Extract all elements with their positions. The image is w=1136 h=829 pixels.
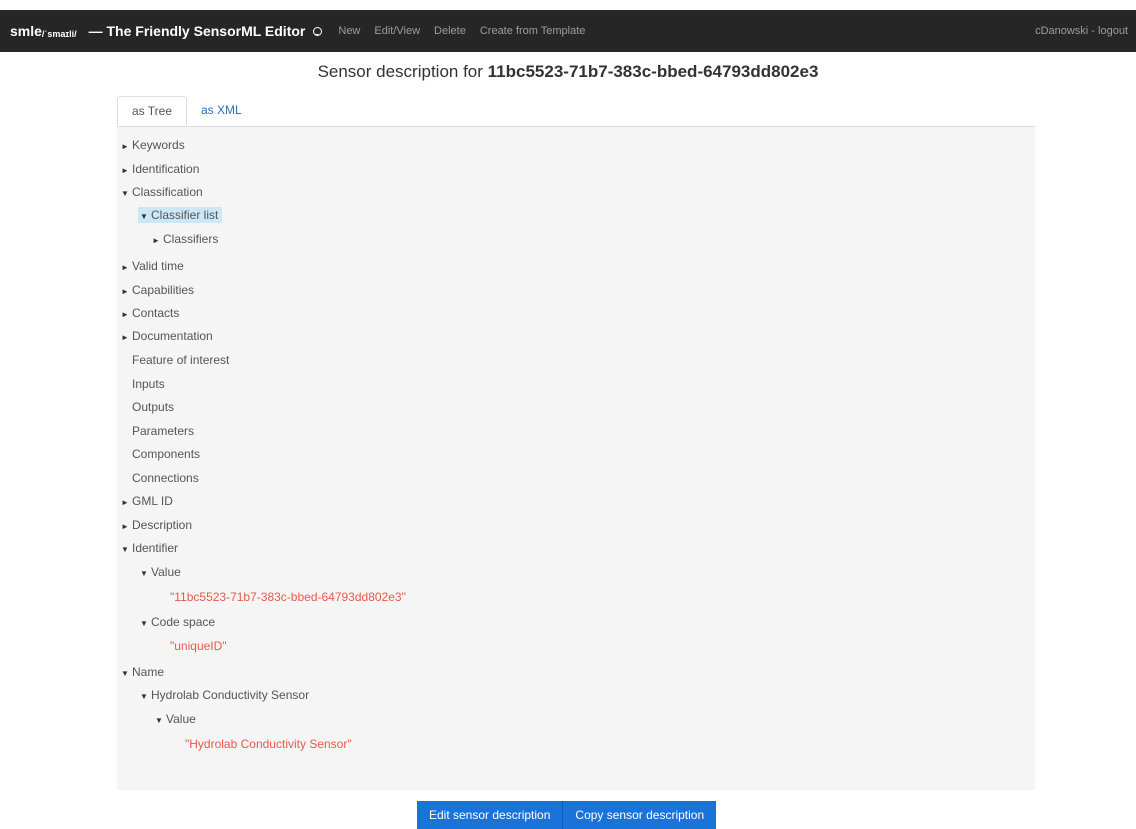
tree-node-label: Contacts [132,306,180,320]
tree-node-classifiers[interactable]: ► Classifiers [152,230,218,248]
user-logout-link[interactable]: cDanowski - logout [1035,25,1128,37]
tree-node-label: Valid time [132,259,184,273]
tree-node-label: Classifiers [163,232,219,246]
copy-sensor-description-button[interactable]: Copy sensor description [563,801,717,829]
tree-node-valid-time[interactable]: ► Valid time [121,257,184,275]
brand-name: smle [10,23,42,39]
collapsed-arrow-icon[interactable]: ► [121,306,132,324]
tree-node-contacts[interactable]: ► Contacts [121,304,179,322]
tree-node-label: Description [132,518,193,532]
tree-node-label: Keywords [132,138,185,152]
tree-node-label: Code space [151,615,216,629]
tree-node-label: Name [132,665,165,679]
tree-node-description[interactable]: ► Description [121,516,192,534]
tree-node-identification[interactable]: ► Identification [121,160,199,178]
tree-node-label: Classification [132,185,203,199]
string-value: "11bc5523-71b7-383c-bbed-64793dd802e3" [170,590,406,604]
tree-node-label: Connections [132,471,199,485]
smiley-icon [313,26,323,36]
edit-sensor-description-button[interactable]: Edit sensor description [417,801,564,829]
expanded-arrow-icon[interactable]: ▼ [155,712,166,730]
brand-pronunciation: /ˈsmaɪli/ [41,29,77,39]
tree-node-classification[interactable]: ▼ Classification [121,183,203,201]
sensor-id: 11bc5523-71b7-383c-bbed-64793dd802e3 [487,62,819,81]
string-value: "Hydrolab Conductivity Sensor" [185,737,352,751]
tree-node-label: Documentation [132,329,213,343]
tree-node-documentation[interactable]: ► Documentation [121,327,213,345]
tree-node-name-value[interactable]: ▼ Value [155,710,196,728]
tree-node-parameters[interactable]: Parameters [121,422,194,440]
selected-node-highlight: ▼ Classifier list [138,207,223,226]
collapsed-arrow-icon[interactable]: ► [152,232,163,250]
action-button-group: Edit sensor description Copy sensor desc… [417,801,717,829]
collapsed-arrow-icon[interactable]: ► [121,329,132,347]
expanded-arrow-icon[interactable]: ▼ [121,541,132,559]
tree-node-label: Feature of interest [132,353,230,367]
tree-node-outputs[interactable]: Outputs [121,398,174,416]
nav-edit-view-link[interactable]: Edit/View [374,25,420,37]
tree-node-feature-of-interest[interactable]: Feature of interest [121,351,229,369]
tree-node-code-space[interactable]: ▼ Code space [140,613,215,631]
collapsed-arrow-icon[interactable]: ► [121,518,132,536]
tree-node-connections[interactable]: Connections [121,469,199,487]
tab-as-tree[interactable]: as Tree [117,96,187,126]
tree-node-label: Outputs [132,400,175,414]
nav-new-link[interactable]: New [338,25,360,37]
tree-node-capabilities[interactable]: ► Capabilities [121,281,194,299]
tree-node-label: GML ID [132,494,173,508]
expanded-arrow-icon[interactable]: ▼ [140,615,151,633]
collapsed-arrow-icon[interactable]: ► [121,259,132,277]
app-brand[interactable]: smle/ˈsmaɪli/ — The Friendly SensorML Edi… [10,23,323,39]
page-title: Sensor description for 11bc5523-71b7-383… [0,62,1136,82]
string-value: "uniqueID" [170,639,227,653]
tree-node-identifier[interactable]: ▼ Identifier [121,539,178,557]
collapsed-arrow-icon[interactable]: ► [121,283,132,301]
identifier-value-string: "11bc5523-71b7-383c-bbed-64793dd802e3" [170,588,406,606]
tree-node-label: Components [132,447,201,461]
tree-view-panel: ► Keywords ► Identification ▼ Classificatio… [117,127,1035,790]
brand-title: — The Friendly SensorML Editor [88,23,306,39]
tree-node-label: Value [151,565,181,579]
tree-node-label: Identification [132,162,200,176]
expanded-arrow-icon[interactable]: ▼ [121,665,132,683]
tree-node-name[interactable]: ▼ Name [121,663,164,681]
tree-node-gml-id[interactable]: ► GML ID [121,492,173,510]
expanded-arrow-icon[interactable]: ▼ [140,688,151,706]
collapsed-arrow-icon[interactable]: ► [121,162,132,180]
tree-node-label: Capabilities [132,283,195,297]
top-navbar: smle/ˈsmaɪli/ — The Friendly SensorML Edi… [0,10,1136,52]
tree-node-keywords[interactable]: ► Keywords [121,136,185,154]
collapsed-arrow-icon[interactable]: ► [121,138,132,156]
page-title-prefix: Sensor description for [317,62,488,81]
name-value-string: "Hydrolab Conductivity Sensor" [185,735,352,753]
tree-node-identifier-value[interactable]: ▼ Value [140,563,181,581]
tree-node-label: Classifier list [151,208,219,222]
tree-node-inputs[interactable]: Inputs [121,375,165,393]
tree-node-hydrolab-conductivity-sensor[interactable]: ▼ Hydrolab Conductivity Sensor [140,686,309,704]
code-space-string: "uniqueID" [170,637,227,655]
tree-node-label: Inputs [132,377,165,391]
expanded-arrow-icon[interactable]: ▼ [121,185,132,203]
tree-node-label: Identifier [132,541,179,555]
nav-delete-link[interactable]: Delete [434,25,466,37]
tab-as-xml[interactable]: as XML [189,96,254,126]
tree-node-classifier-list[interactable]: ▼ Classifier list [138,206,223,226]
expanded-arrow-icon[interactable]: ▼ [140,208,151,226]
view-tabs: as Tree as XML [117,96,1035,127]
tree-node-components[interactable]: Components [121,445,200,463]
tree-node-label: Value [166,712,196,726]
tree-node-label: Hydrolab Conductivity Sensor [151,688,310,702]
nav-create-from-template-link[interactable]: Create from Template [480,25,586,37]
collapsed-arrow-icon[interactable]: ► [121,494,132,512]
tree-node-label: Parameters [132,424,195,438]
expanded-arrow-icon[interactable]: ▼ [140,565,151,583]
